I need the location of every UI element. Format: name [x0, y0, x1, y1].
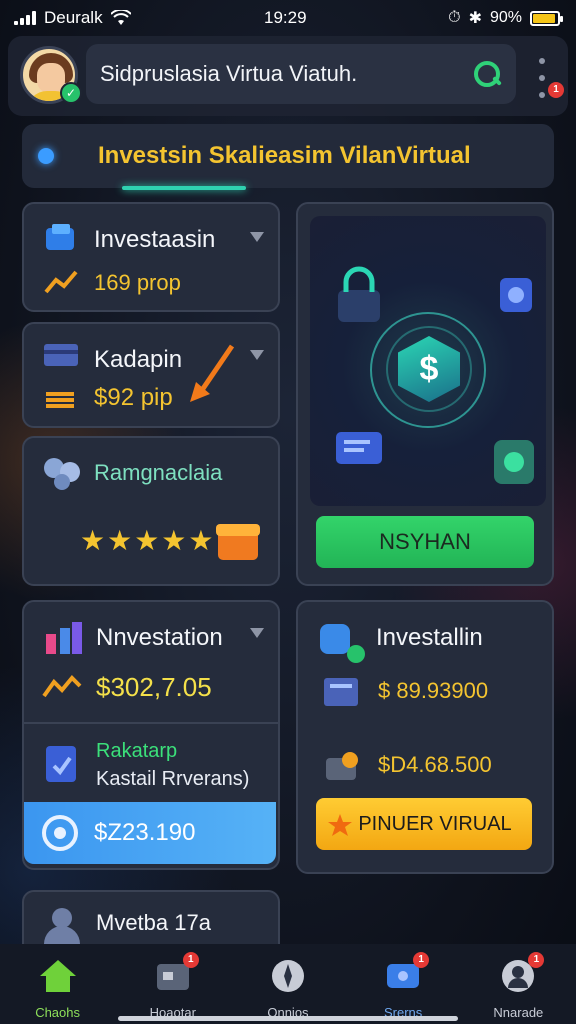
users-icon: [44, 458, 80, 490]
value-2: $D4.68.500: [378, 752, 492, 777]
trend-up-icon: [44, 270, 78, 294]
signal-icon: [14, 11, 36, 25]
wifi-icon: [110, 10, 131, 25]
rating-stars: ★★★★★: [80, 525, 216, 556]
online-badge-icon: ✓: [60, 82, 82, 104]
shield-icon: [500, 278, 532, 312]
app-icon: [320, 624, 365, 663]
search-query: Sidpruslasia Virtua Viatuh.: [100, 61, 358, 86]
nav-item-messages[interactable]: 1 Srerns: [353, 952, 453, 1020]
nav-label: Nnarade: [493, 1005, 544, 1020]
value-1: $ 89.93900: [378, 678, 489, 703]
card-kadapin[interactable]: Kadapin $92 pip: [22, 322, 280, 428]
balance-bar[interactable]: $Z23.190: [24, 802, 276, 864]
wallet-icon: [46, 224, 74, 250]
chevron-down-icon[interactable]: [250, 350, 264, 360]
chevron-down-icon[interactable]: [250, 628, 264, 638]
app-header: ✓ Sidpruslasia Virtua Viatuh. 1: [8, 36, 568, 116]
battery-icon: [530, 10, 563, 26]
carrier-name: Deuralk: [44, 8, 103, 27]
alarm-icon: ⏱: [448, 9, 461, 26]
clock-time: 19:29: [264, 8, 307, 27]
compass-icon: [271, 960, 304, 992]
search-input[interactable]: Sidpruslasia Virtua Viatuh.: [86, 44, 516, 104]
card-title: Nnvestation: [96, 624, 223, 651]
cash-icon: [46, 392, 74, 408]
section-title: Investsin Skalieasim VilanVirtual: [98, 142, 471, 169]
lock-icon: [338, 266, 380, 322]
home-icon: [39, 960, 76, 992]
document-icon: [324, 678, 358, 706]
arrow-icon: [190, 344, 235, 402]
card-investasin[interactable]: Investaasin 169 prop: [22, 202, 280, 312]
sub-title: Rakatarp: [96, 740, 178, 762]
status-bar: Deuralk 19:29 ⏱ ✱ 90%: [0, 0, 576, 36]
status-dot-icon: [38, 148, 54, 164]
card-rating[interactable]: Ramgnaclaia ★★★★★: [22, 436, 280, 586]
section-header[interactable]: Investsin Skalieasim VilanVirtual: [22, 124, 554, 190]
notification-badge: 1: [548, 82, 564, 98]
sub-text: Kastail Rrverans): [96, 768, 250, 790]
growth-icon: [42, 675, 82, 698]
wallet-icon: [326, 752, 358, 780]
promo-illustration: $: [310, 216, 546, 506]
nav-item-wallet[interactable]: 1 Hoaotar: [123, 952, 223, 1020]
card-title: Investallin: [376, 624, 483, 651]
card-nvestation[interactable]: Nnvestation $302,7.05 Rakatarp Kastail R…: [22, 600, 280, 870]
promo-card[interactable]: $ NSYHAN: [296, 202, 554, 586]
bookmark-icon: [46, 746, 76, 782]
tab-indicator: [122, 186, 246, 190]
card-title: Investaasin: [94, 226, 216, 253]
card-title: Ramgnaclaia: [94, 460, 223, 485]
card-title: Kadapin: [94, 346, 183, 373]
gift-box-icon[interactable]: [214, 518, 262, 562]
star-icon: [328, 814, 352, 836]
refresh-icon: [42, 815, 78, 851]
phone-icon: [494, 440, 534, 484]
card-value: $302,7.05: [96, 672, 212, 702]
document-icon: [336, 432, 382, 464]
nav-item-explore[interactable]: Onnios: [238, 958, 338, 1020]
chevron-down-icon[interactable]: [250, 232, 264, 242]
card-investallin[interactable]: Investallin $ 89.93900 $D4.68.500 PINUER…: [296, 600, 554, 874]
bottom-nav: Chaohs 1 Hoaotar Onnios 1 Srerns 1 Nnara…: [0, 944, 576, 1024]
nav-badge: 1: [413, 952, 430, 968]
battery-percent: 90%: [489, 9, 522, 26]
divider: [24, 722, 278, 724]
nav-item-home[interactable]: Chaohs: [8, 958, 108, 1020]
chart-icon: [46, 622, 82, 654]
card-title: Mvetba 17a: [96, 910, 211, 935]
nav-badge: 1: [182, 952, 199, 968]
search-icon[interactable]: [472, 59, 502, 89]
balance-value: $Z23.190: [94, 819, 196, 846]
bluetooth-icon: ✱: [468, 10, 482, 27]
card-value: 169 prop: [94, 270, 181, 295]
promo-button[interactable]: NSYHAN: [316, 516, 534, 568]
nav-item-profile[interactable]: 1 Nnarade: [468, 952, 568, 1020]
user-icon: [44, 908, 80, 944]
card-value: $92 pip: [94, 384, 173, 411]
card-icon: [44, 344, 78, 366]
nav-badge: 1: [528, 952, 545, 968]
nav-label: Chaohs: [35, 1005, 80, 1020]
home-indicator[interactable]: [118, 1016, 458, 1021]
